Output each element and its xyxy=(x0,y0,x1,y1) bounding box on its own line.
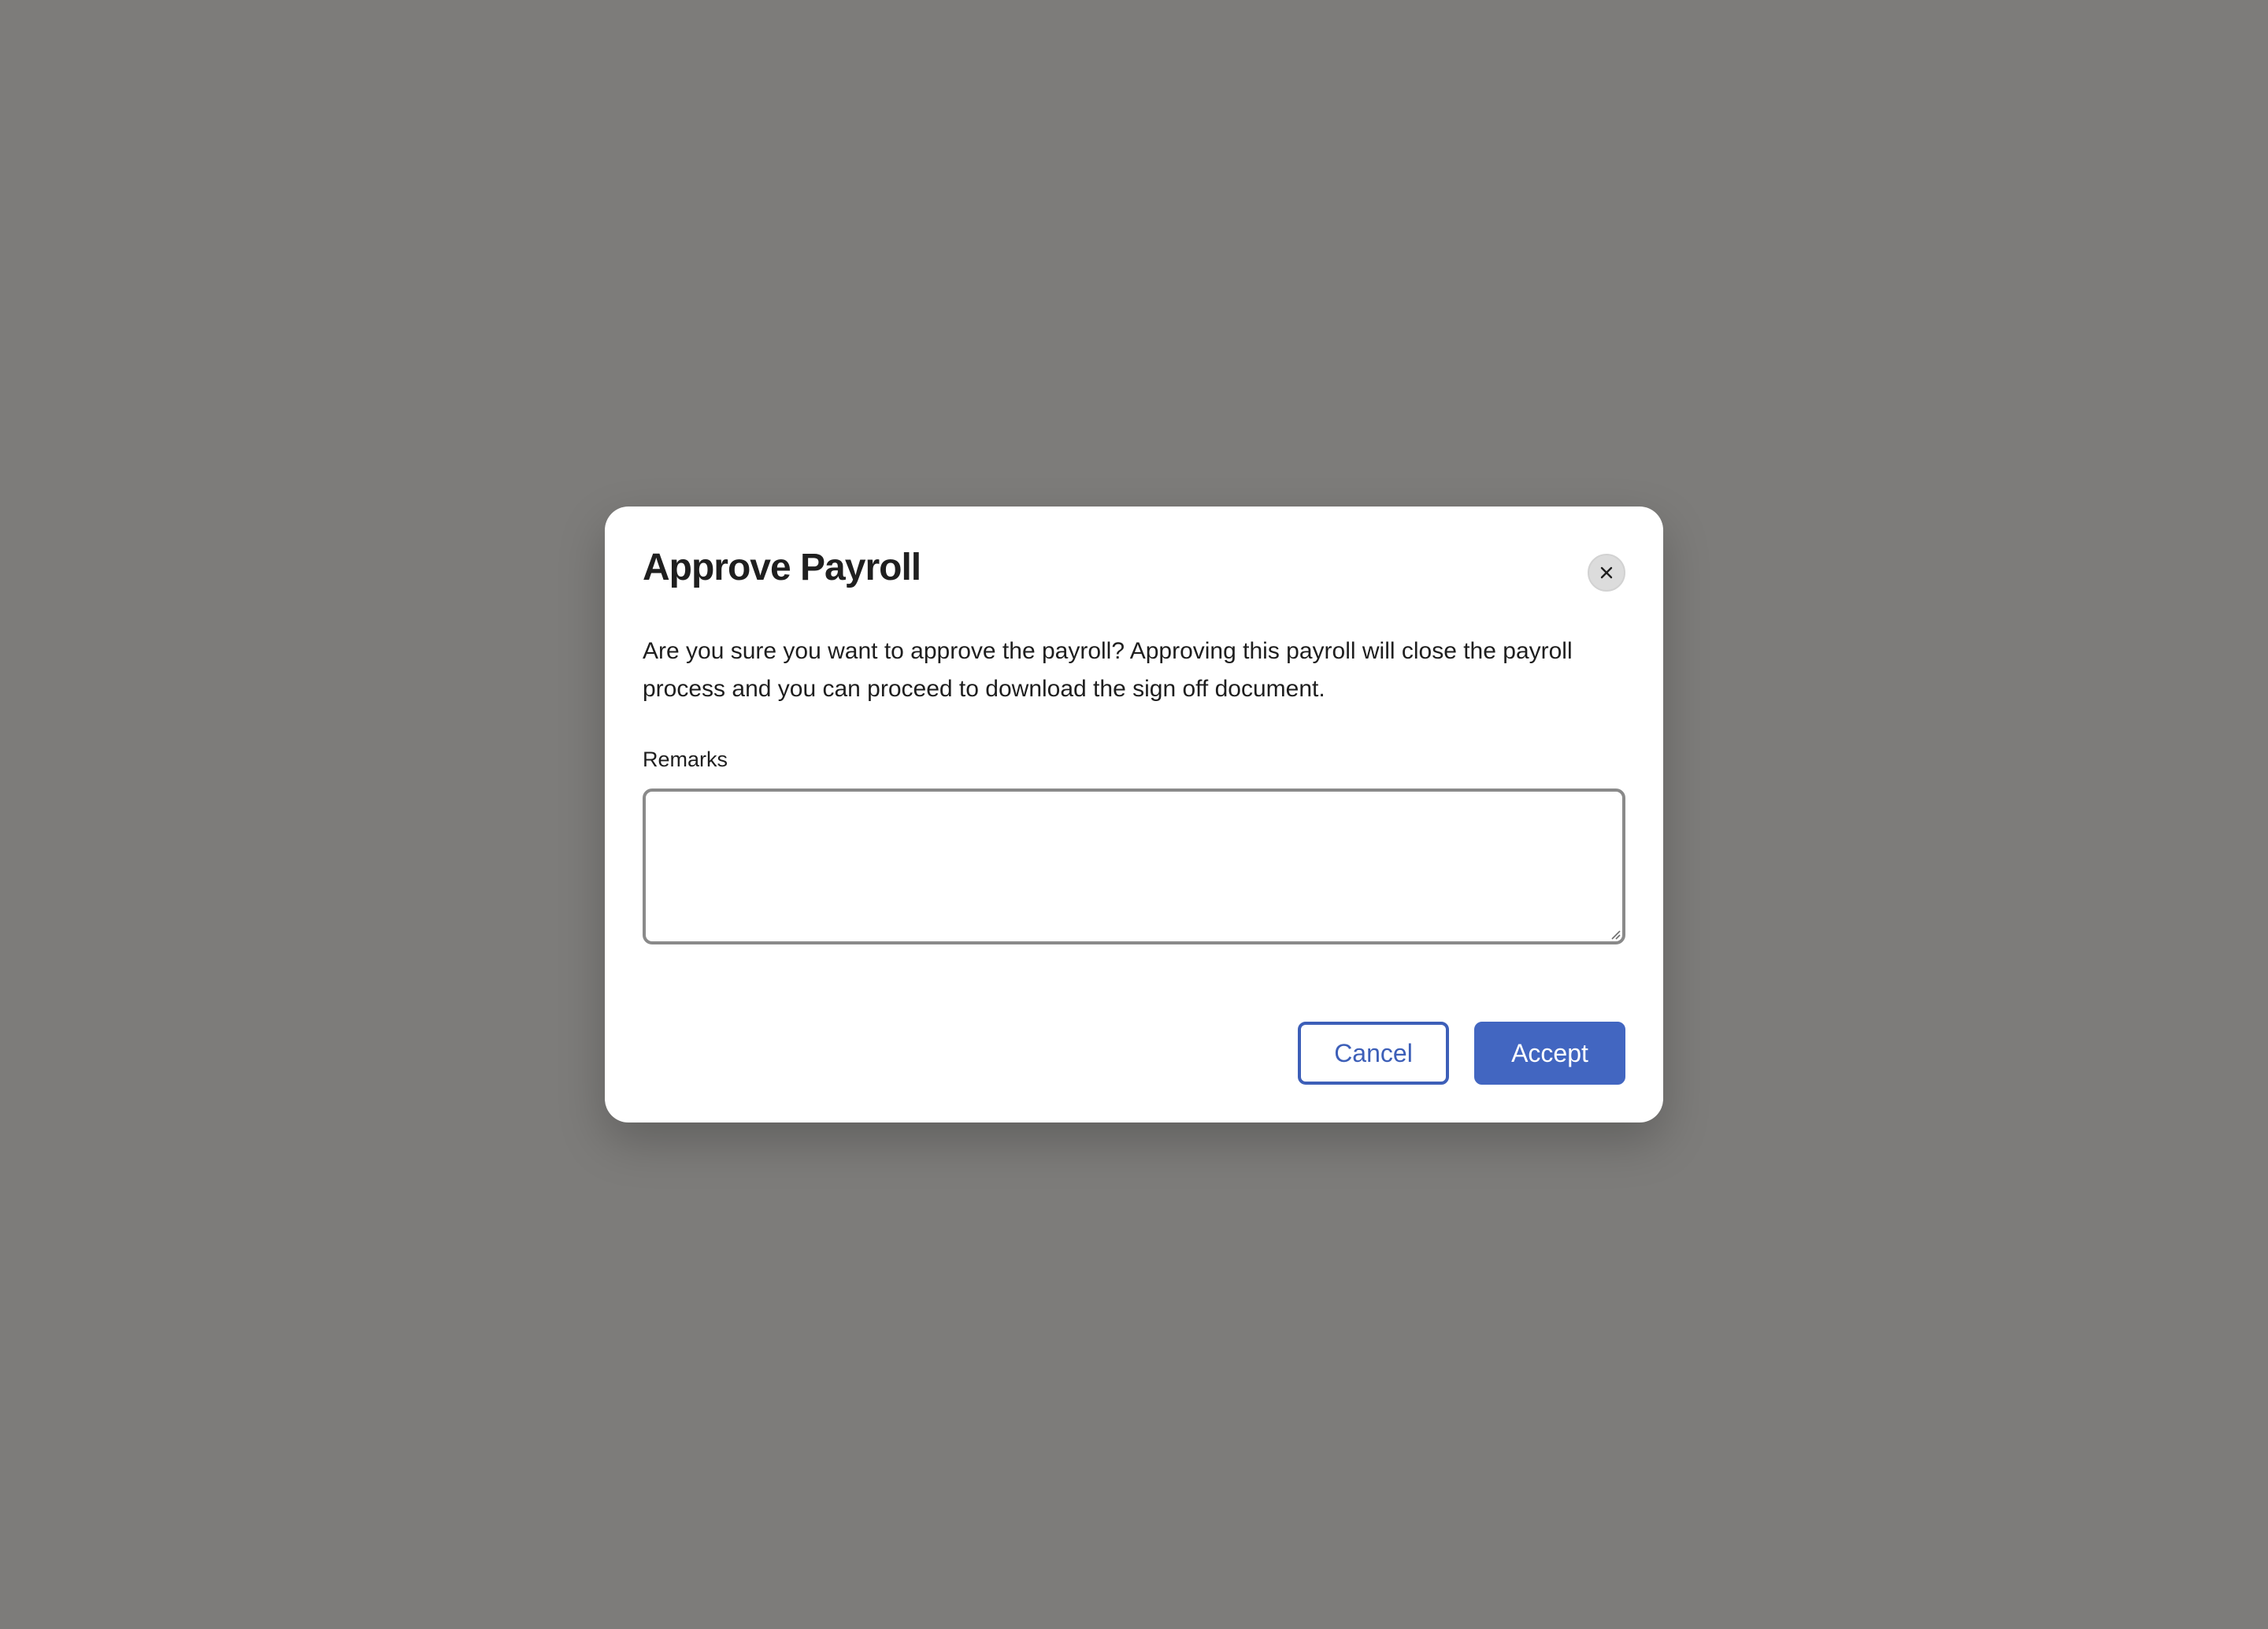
approve-payroll-dialog: Approve Payroll Are you sure you want to… xyxy=(605,507,1663,1122)
resize-handle-icon[interactable] xyxy=(1608,927,1621,940)
dialog-title: Approve Payroll xyxy=(643,547,921,588)
cancel-button[interactable]: Cancel xyxy=(1298,1022,1449,1085)
close-button[interactable] xyxy=(1588,554,1625,592)
close-icon xyxy=(1600,566,1613,579)
remarks-textarea[interactable] xyxy=(643,789,1625,944)
remarks-label: Remarks xyxy=(643,748,728,771)
confirmation-message: Are you sure you want to approve the pay… xyxy=(643,638,1573,702)
accept-button[interactable]: Accept xyxy=(1474,1022,1625,1085)
